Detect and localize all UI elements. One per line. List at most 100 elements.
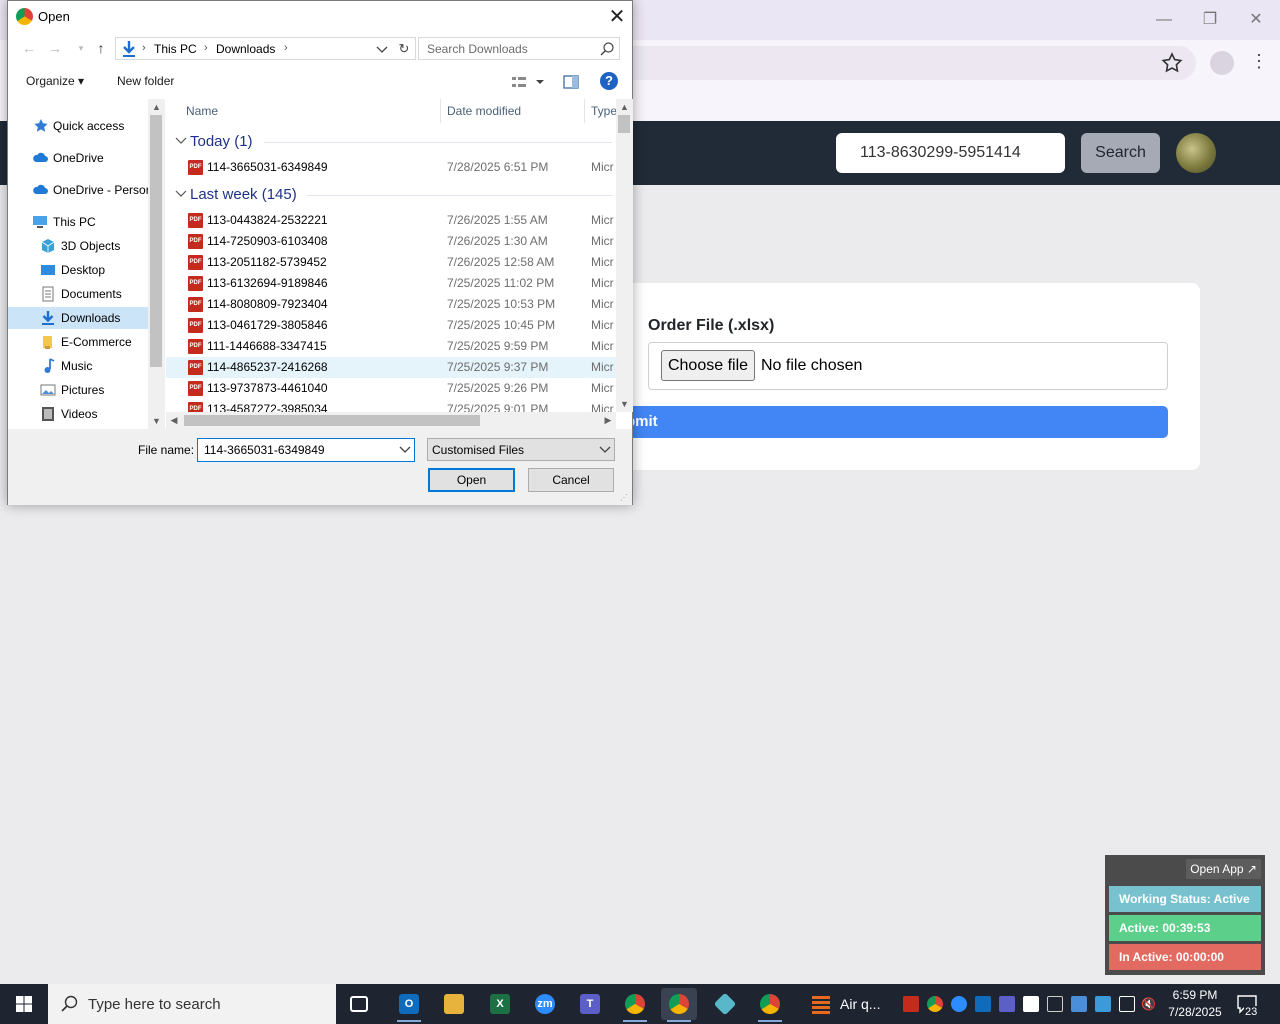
group-header-today[interactable]: Today (1)	[166, 131, 616, 153]
file-row[interactable]: PDF 114-7250903-6103408 7/26/2025 1:30 A…	[166, 231, 616, 252]
chrome-tray-icon[interactable]	[927, 996, 943, 1012]
location-breadcrumb[interactable]: › This PC › Downloads › ↻	[115, 37, 416, 60]
acrobat-tray-icon[interactable]	[903, 996, 919, 1012]
recent-locations-icon[interactable]: ▾	[72, 39, 90, 57]
nav-item-e-commerce[interactable]: E-Commerce	[8, 331, 148, 353]
minimize-icon[interactable]: —	[1150, 8, 1178, 32]
profile-icon[interactable]	[1210, 51, 1234, 75]
group-header-last-week[interactable]: Last week (145)	[166, 184, 616, 206]
bookmark-star-icon[interactable]	[1160, 51, 1184, 75]
system-clock[interactable]: 6:59 PM 7/28/2025	[1160, 987, 1230, 1021]
nav-item-this-pc[interactable]: This PC	[8, 211, 148, 233]
chevron-down-icon[interactable]	[398, 443, 412, 457]
search-downloads-input[interactable]: Search Downloads	[418, 37, 620, 60]
nav-item-downloads[interactable]: Downloads	[8, 307, 148, 329]
breadcrumb-this-pc[interactable]: This PC	[154, 42, 197, 56]
file-row[interactable]: PDF 111-1446688-3347415 7/25/2025 9:59 P…	[166, 336, 616, 357]
close-window-icon[interactable]: ✕	[1242, 8, 1270, 32]
nav-item-documents[interactable]: Documents	[8, 283, 148, 305]
file-row[interactable]: PDF 114-3665031-6349849 7/28/2025 6:51 P…	[166, 157, 616, 178]
order-file-input[interactable]: Choose file No file chosen	[648, 342, 1168, 390]
search-button[interactable]: Search	[1081, 133, 1160, 173]
chrome-active-icon[interactable]	[661, 988, 697, 1022]
column-name[interactable]: Name	[186, 99, 218, 123]
avatar[interactable]	[1176, 133, 1216, 173]
file-list-horizontal-scrollbar[interactable]: ◀ ▶	[166, 412, 616, 429]
outlook-icon[interactable]: O	[391, 988, 427, 1022]
nav-item-desktop[interactable]: Desktop	[8, 259, 148, 281]
column-type[interactable]: Type	[591, 99, 616, 123]
teams-tray-icon[interactable]	[999, 996, 1015, 1012]
restore-icon[interactable]: ❐	[1196, 8, 1224, 32]
resize-grip-icon[interactable]: ⋰	[620, 493, 630, 503]
scrollbar-thumb[interactable]	[184, 415, 480, 426]
excel-icon[interactable]: X	[482, 988, 518, 1020]
file-row[interactable]: PDF 113-0443824-2532221 7/26/2025 1:55 A…	[166, 210, 616, 231]
column-separator[interactable]	[584, 99, 585, 123]
scroll-left-icon[interactable]: ◀	[166, 412, 182, 428]
zoom-tray-icon[interactable]	[951, 996, 967, 1012]
nav-item-3d-objects[interactable]: 3D Objects	[8, 235, 148, 257]
column-date-modified[interactable]: Date modified	[447, 99, 521, 123]
scroll-down-icon[interactable]: ▼	[616, 396, 633, 412]
scroll-right-icon[interactable]: ▶	[600, 412, 616, 428]
dialog-close-button[interactable]: ✕	[602, 3, 632, 31]
app-diamond-icon[interactable]	[707, 988, 743, 1020]
file-type-select[interactable]: Customised Files	[427, 438, 615, 461]
new-folder-button[interactable]: New folder	[117, 74, 174, 88]
menu-kebab-icon[interactable]: ⋮	[1250, 51, 1268, 75]
refresh-icon[interactable]: ↻	[396, 40, 412, 58]
choose-file-button[interactable]: Choose file	[661, 350, 755, 381]
forward-arrow-icon[interactable]: →	[46, 39, 64, 57]
scrollbar-thumb[interactable]	[150, 115, 162, 367]
task-view-icon[interactable]	[342, 988, 378, 1020]
file-row[interactable]: PDF 114-8080809-7923404 7/25/2025 10:53 …	[166, 294, 616, 315]
nav-item-videos[interactable]: Videos	[8, 403, 148, 425]
navigation-scrollbar[interactable]: ▲ ▼	[148, 99, 165, 429]
back-arrow-icon[interactable]: ←	[20, 39, 38, 57]
scroll-up-icon[interactable]: ▲	[148, 99, 165, 115]
file-row[interactable]: PDF 113-0461729-3805846 7/25/2025 10:45 …	[166, 315, 616, 336]
chevron-down-icon[interactable]	[374, 40, 390, 58]
scroll-up-icon[interactable]: ▲	[616, 99, 633, 115]
chrome-icon[interactable]	[617, 988, 653, 1022]
wifi-tray-icon[interactable]	[1119, 996, 1135, 1012]
monitor-tray-icon[interactable]	[1095, 996, 1111, 1012]
volume-muted-icon[interactable]: 🔇	[1141, 996, 1157, 1012]
outlook-tray-icon[interactable]	[975, 996, 991, 1012]
nav-item-pictures[interactable]: Pictures	[8, 379, 148, 401]
shield-tray-icon[interactable]	[1023, 996, 1039, 1012]
open-button[interactable]: Open	[428, 468, 515, 492]
file-list-vertical-scrollbar[interactable]: ▲ ▼	[616, 99, 633, 412]
view-options-icon[interactable]	[508, 73, 548, 91]
network-tray-icon[interactable]	[1047, 996, 1063, 1012]
chrome-profile-icon[interactable]	[752, 988, 788, 1022]
file-explorer-icon[interactable]	[436, 988, 472, 1020]
air-quality-widget[interactable]: Air q...	[804, 988, 896, 1020]
scroll-down-icon[interactable]: ▼	[148, 413, 165, 429]
preview-pane-icon[interactable]	[562, 73, 580, 91]
scrollbar-thumb[interactable]	[618, 115, 630, 133]
address-bar[interactable]	[560, 46, 1196, 80]
cancel-button[interactable]: Cancel	[528, 468, 614, 492]
file-name-input[interactable]: 114-3665031-6349849	[197, 438, 415, 462]
open-app-button[interactable]: Open App ↗	[1186, 859, 1261, 879]
nav-item-onedrive-personal[interactable]: OneDrive - Persor	[8, 179, 148, 201]
file-row[interactable]: PDF 113-6132694-9189846 7/25/2025 11:02 …	[166, 273, 616, 294]
file-row[interactable]: PDF 113-4587272-3985034 7/25/2025 9:01 P…	[166, 399, 616, 412]
nav-item-quick-access[interactable]: Quick access	[8, 115, 148, 137]
up-arrow-icon[interactable]: ↑	[92, 39, 110, 57]
breadcrumb-downloads[interactable]: Downloads	[216, 42, 275, 56]
help-icon[interactable]: ?	[600, 72, 618, 90]
file-row[interactable]: PDF 113-2051182-5739452 7/26/2025 12:58 …	[166, 252, 616, 273]
vpn-tray-icon[interactable]	[1071, 996, 1087, 1012]
nav-item-music[interactable]: Music	[8, 355, 148, 377]
zoom-icon[interactable]: zm	[527, 988, 563, 1020]
file-row[interactable]: PDF 113-9737873-4461040 7/25/2025 9:26 P…	[166, 378, 616, 399]
taskbar-search[interactable]: Type here to search	[48, 984, 336, 1024]
windows-start-icon[interactable]	[0, 984, 48, 1024]
column-separator[interactable]	[440, 99, 441, 123]
submit-button[interactable]: bmit	[600, 406, 1168, 438]
order-search-input[interactable]: 113-8630299-5951414	[836, 133, 1065, 173]
teams-icon[interactable]: T	[572, 988, 608, 1020]
